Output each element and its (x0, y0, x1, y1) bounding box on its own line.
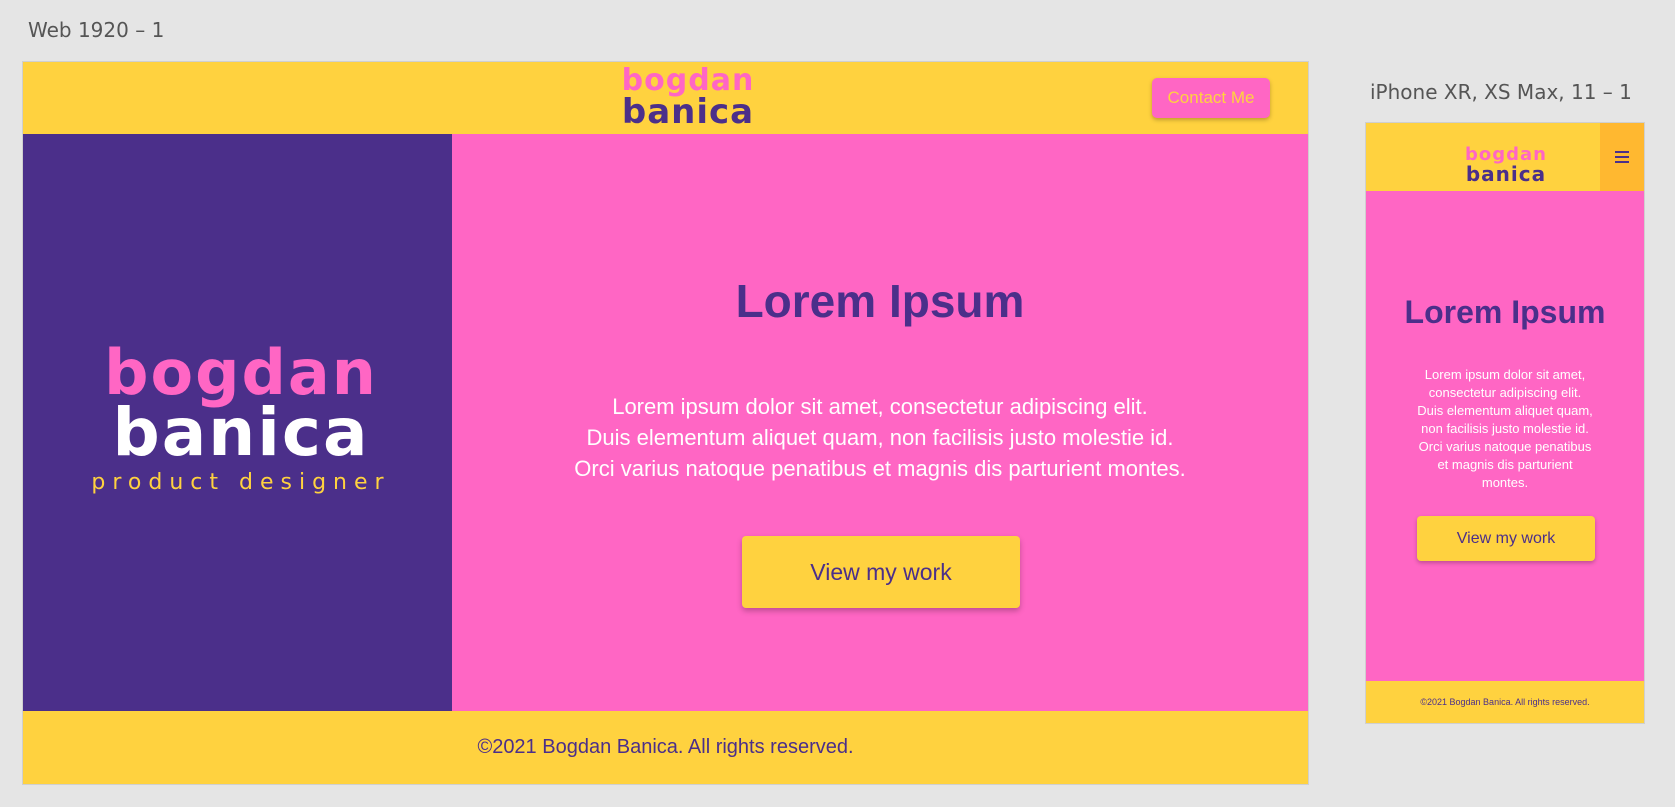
mobile-hero-body: Lorem ipsum dolor sit amet, consectetur … (1417, 367, 1593, 490)
hero-logo: bogdan banica product designer (81, 342, 401, 496)
web-artboard: bogdan banica Contact Me bogdan banica p… (22, 61, 1309, 785)
mobile-hero-title: Lorem Ipsum (1404, 294, 1606, 330)
mobile-footer-copyright: ©2021 Bogdan Banica. All rights reserved… (1420, 697, 1590, 707)
hero-body: Lorem ipsum dolor sit amet, consectetur … (452, 391, 1308, 484)
logo-line-1: bogdan (621, 63, 755, 98)
hamburger-menu-button[interactable] (1600, 123, 1644, 191)
hamburger-menu-icon (1615, 151, 1629, 153)
footer-copyright: ©2021 Bogdan Banica. All rights reserved… (477, 736, 854, 758)
mobile-hero: Lorem Ipsum Lorem ipsum dolor sit amet, … (1366, 191, 1644, 681)
hero-tagline: product designer (91, 470, 391, 495)
web-artboard-label[interactable]: Web 1920 – 1 (28, 18, 164, 42)
logo-line-2: banica (621, 92, 755, 132)
hamburger-menu-icon (1615, 156, 1629, 158)
hero-body-line: Duis elementum aliquet quam, non facilis… (586, 425, 1174, 450)
mobile-logo-line-2: banica (1465, 162, 1547, 186)
hero-brand-panel: bogdan banica product designer (23, 134, 452, 711)
mobile-view-my-work-button[interactable]: View my work (1417, 516, 1595, 561)
mobile-header: bogdan banica (1366, 123, 1644, 191)
hero-body-line: Orci varius natoque penatibus et magnis … (574, 456, 1186, 481)
hero-body-line: Lorem ipsum dolor sit amet, consectetur … (612, 394, 1148, 419)
mobile-artboard-label[interactable]: iPhone XR, XS Max, 11 – 1 (1370, 80, 1632, 104)
view-my-work-button[interactable]: View my work (742, 536, 1020, 608)
mobile-artboard: bogdan banica Lorem Ipsum Lorem ipsum do… (1365, 122, 1645, 724)
contact-button[interactable]: Contact Me (1152, 78, 1270, 118)
hero-logo-line-2: banica (112, 394, 370, 471)
hero-content-panel: Lorem Ipsum Lorem ipsum dolor sit amet, … (452, 134, 1308, 711)
header-logo[interactable]: bogdan banica (588, 63, 788, 132)
site-header: bogdan banica Contact Me (23, 62, 1308, 134)
mobile-header-logo[interactable]: bogdan banica (1446, 146, 1566, 186)
mobile-footer: ©2021 Bogdan Banica. All rights reserved… (1366, 681, 1644, 723)
site-footer: ©2021 Bogdan Banica. All rights reserved… (23, 711, 1308, 784)
hero-title: Lorem Ipsum (735, 275, 1025, 327)
hamburger-menu-icon (1615, 161, 1629, 163)
